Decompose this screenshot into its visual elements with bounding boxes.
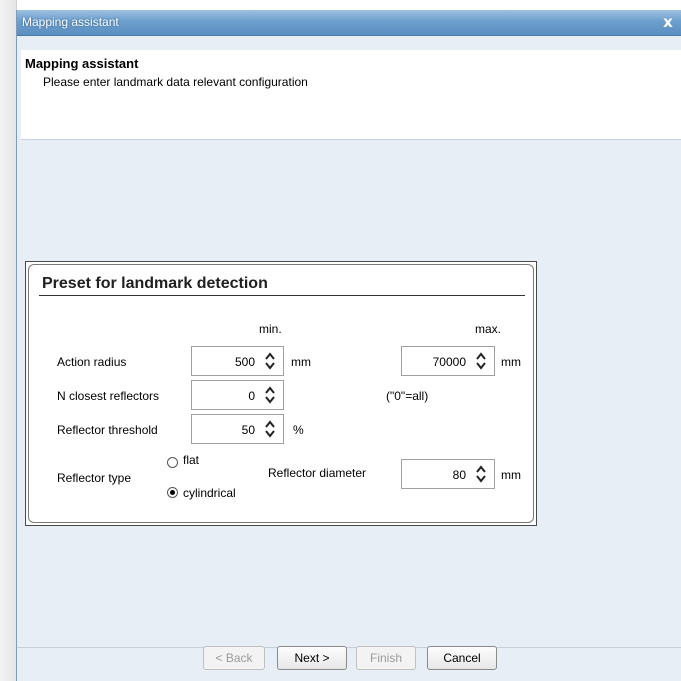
group-title: Preset for landmark detection <box>42 275 268 292</box>
min-column-label: min. <box>259 322 282 336</box>
radio-selected-dot <box>170 490 175 495</box>
header-panel: Mapping assistant Please enter landmark … <box>21 50 681 140</box>
reflector-threshold-unit: % <box>293 423 304 437</box>
landmark-preset-frame: Preset for landmark detection min. max. … <box>28 264 534 523</box>
back-button[interactable]: < Back <box>203 646 265 670</box>
cancel-button[interactable]: Cancel <box>427 646 497 670</box>
footer-divider <box>17 647 681 648</box>
radio-cylindrical-label: cylindrical <box>183 486 236 500</box>
reflector-diameter-spinner[interactable]: 80 <box>401 459 495 489</box>
radio-cylindrical[interactable] <box>167 487 178 498</box>
mapping-assistant-window: Mapping assistant x Mapping assistant Pl… <box>16 10 681 681</box>
reflector-threshold-value: 50 <box>241 423 255 437</box>
reflector-diameter-label: Reflector diameter <box>268 466 367 480</box>
next-button[interactable]: Next > <box>277 646 347 670</box>
title-bar: Mapping assistant x <box>17 10 681 36</box>
reflector-type-label: Reflector type <box>57 471 132 485</box>
landmark-preset-group: Preset for landmark detection min. max. … <box>25 261 537 526</box>
n-closest-reflectors-spinner[interactable]: 0 <box>191 380 284 410</box>
background-window-edge <box>0 0 17 681</box>
reflector-threshold-spinner[interactable]: 50 <box>191 414 284 444</box>
action-radius-label: Action radius <box>57 355 127 369</box>
reflector-diameter-value: 80 <box>452 468 466 482</box>
action-radius-min-value: 500 <box>234 355 255 369</box>
action-radius-max-value: 70000 <box>432 355 466 369</box>
spinner-arrows-icon[interactable] <box>472 462 490 486</box>
spinner-arrows-icon[interactable] <box>261 383 279 407</box>
max-column-label: max. <box>475 322 502 336</box>
header-subtitle: Please enter landmark data relevant conf… <box>43 75 308 89</box>
spinner-arrows-icon[interactable] <box>261 349 279 373</box>
header-title: Mapping assistant <box>25 56 139 71</box>
n-closest-reflectors-label: N closest reflectors <box>57 389 160 403</box>
action-radius-min-spinner[interactable]: 500 <box>191 346 284 376</box>
action-radius-max-spinner[interactable]: 70000 <box>401 346 495 376</box>
n-closest-reflectors-value: 0 <box>248 389 255 403</box>
action-radius-max-unit: mm <box>501 355 521 369</box>
finish-button[interactable]: Finish <box>356 646 416 670</box>
reflector-threshold-label: Reflector threshold <box>57 423 158 437</box>
spinner-arrows-icon[interactable] <box>261 417 279 441</box>
spinner-arrows-icon[interactable] <box>472 349 490 373</box>
radio-flat-label: flat <box>183 453 200 467</box>
action-radius-min-unit: mm <box>291 355 311 369</box>
window-title: Mapping assistant <box>22 15 119 29</box>
radio-flat[interactable] <box>167 457 178 468</box>
group-divider <box>39 295 525 296</box>
close-icon[interactable]: x <box>660 14 676 30</box>
n-closest-note: ("0"=all) <box>386 389 429 403</box>
reflector-diameter-unit: mm <box>501 468 521 482</box>
